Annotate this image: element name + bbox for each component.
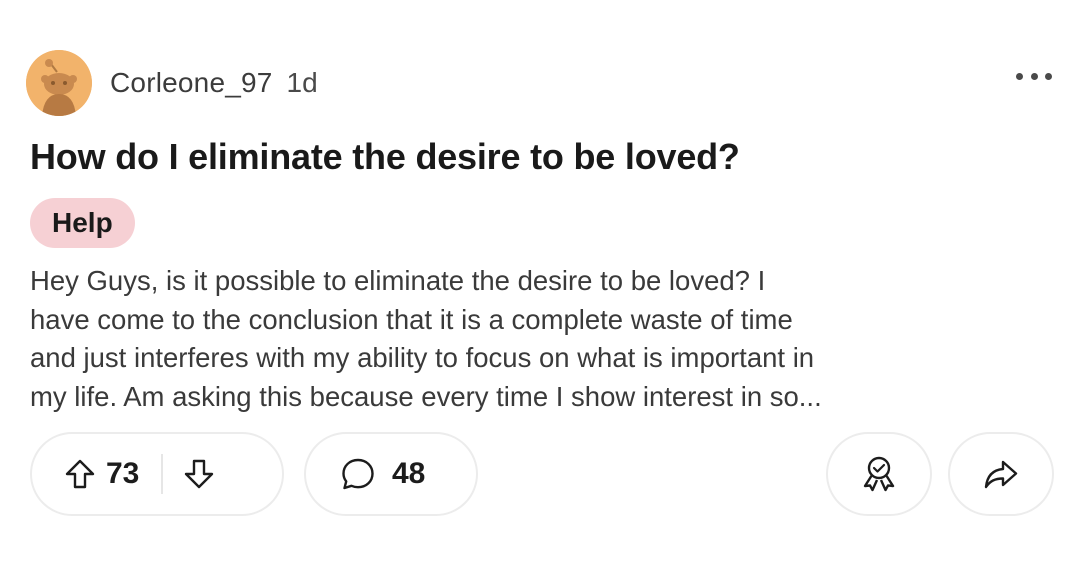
snoo-avatar-icon xyxy=(26,50,92,116)
post-header: Corleone_97 1d xyxy=(26,50,318,116)
vote-count: 73 xyxy=(106,457,140,490)
award-ribbon-icon xyxy=(863,456,895,492)
comments-button[interactable]: 48 xyxy=(304,432,478,516)
post-body-line: my life. Am asking this because every ti… xyxy=(30,380,822,412)
share-arrow-icon xyxy=(984,460,1018,489)
comment-count: 48 xyxy=(392,457,426,490)
more-dot xyxy=(1016,72,1023,80)
vote-controls: 73 xyxy=(30,432,284,516)
post-author[interactable]: Corleone_97 xyxy=(110,67,273,99)
more-dot xyxy=(1030,72,1038,80)
post-age: 1d xyxy=(286,67,318,98)
vote-divider xyxy=(161,454,164,494)
post-card: Corleone_97 1d How do I eliminate the de… xyxy=(0,0,1080,561)
more-options-icon[interactable] xyxy=(1016,66,1052,86)
award-button[interactable] xyxy=(826,432,932,516)
share-button[interactable] xyxy=(948,432,1054,516)
more-dot xyxy=(1045,72,1052,80)
user-avatar[interactable] xyxy=(26,50,92,116)
post-body-line: have come to the conclusion that it is a… xyxy=(30,303,793,335)
post-title[interactable]: How do I eliminate the desire to be love… xyxy=(30,136,740,178)
downvote-arrow-icon[interactable] xyxy=(183,458,215,490)
post-body-line: and just interferes with my ability to f… xyxy=(30,342,815,373)
speech-bubble-icon xyxy=(342,458,374,490)
upvote-arrow-icon[interactable] xyxy=(64,458,96,490)
post-flair[interactable]: Help xyxy=(30,198,135,248)
post-body[interactable]: Hey Guys, is it possible to eliminate th… xyxy=(30,262,1070,416)
post-body-line: Hey Guys, is it possible to eliminate th… xyxy=(30,265,766,296)
